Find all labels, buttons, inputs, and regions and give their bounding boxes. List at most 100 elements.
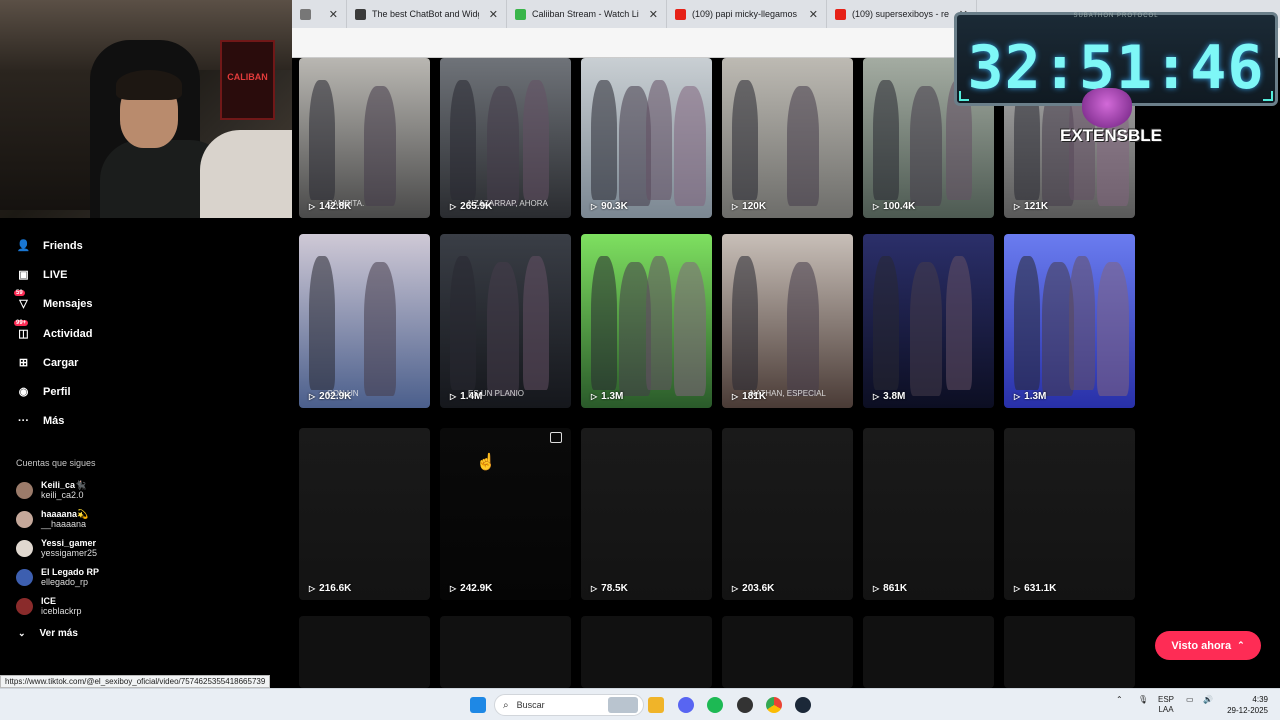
video-card[interactable] [581,616,712,688]
language-layout: LAA [1158,705,1174,714]
widget-icon[interactable] [608,697,638,713]
view-count-value: 1.3M [1024,391,1047,402]
video-card[interactable]: ▷ 242.9K [440,428,571,600]
tab-favicon-icon [355,8,366,20]
language-code: ESP [1158,695,1175,704]
video-card[interactable] [440,616,571,688]
browser-tab[interactable]: The best ChatBot and Widgets ✕ [347,0,507,28]
tab-close-icon[interactable]: ✕ [809,8,818,21]
video-card[interactable]: ▷ 631.1K [1004,428,1135,600]
view-count-value: 121K [1024,201,1049,212]
account-name: ICE [41,596,57,606]
view-count-value: 3.8M [883,391,906,402]
windows-start-icon[interactable] [470,697,486,713]
sidebar-item-cargar[interactable]: ⊞ Cargar [16,355,79,370]
sidebar-item-label: Más [43,414,65,427]
volume-icon[interactable]: 🔊 [1203,695,1213,705]
video-card[interactable]: ▷ 3.8M [863,234,994,408]
video-view-count: ▷ 1.3M [591,391,623,402]
video-card[interactable]: ▷ 1.3M [581,234,712,408]
video-view-count: ▷ 90.3K [591,201,628,212]
thumbnail-figure [1069,256,1095,390]
view-count-value: 216.6K [319,583,352,594]
video-card[interactable]: ▷ 216.6K [299,428,430,600]
thumbnail-figure [450,256,476,390]
live-icon: ▣ [18,269,29,281]
tray-chevron-icon[interactable]: ⌃ [1116,695,1123,705]
browser-tab[interactable]: ✕ [292,0,347,28]
browser-tab[interactable]: Caliiban Stream - Watch Live o ✕ [507,0,667,28]
picture-in-picture-icon[interactable] [550,432,562,443]
sidebar-item-friends[interactable]: 👤 Friends [16,238,83,253]
video-card[interactable] [863,616,994,688]
tab-close-icon[interactable]: ✕ [649,8,658,21]
video-view-count: ▷ 631.1K [1014,583,1056,594]
sidebar-item-perfil[interactable]: ◉ Perfil [16,384,71,399]
video-card[interactable]: ▷ 90.3K [581,58,712,218]
sidebar-item-live[interactable]: ▣ LIVE [16,267,67,282]
network-icon[interactable]: ▭ [1186,695,1194,705]
video-view-count: ▷ 3.8M [873,391,905,402]
mask-logo-icon [1082,88,1132,128]
tab-close-icon[interactable]: ✕ [329,8,338,21]
video-card[interactable]: ▷ 120K [722,58,853,218]
video-card[interactable]: ▷ 78.5K [581,428,712,600]
account-name: Keili_ca🐈‍⬛ [41,480,87,490]
file-explorer-icon[interactable] [648,697,664,713]
tab-favicon-icon [515,8,526,20]
following-account[interactable]: ICE iceblackrp [16,596,82,617]
upload-icon: ⊞ [18,357,29,369]
avatar [16,598,33,615]
sidebar-item-label: Friends [43,239,83,252]
taskbar-clock[interactable]: 4:39 29-12-2025 [1222,694,1268,716]
video-card[interactable]: ▷ 1.3M [1004,234,1135,408]
video-card[interactable]: ▷ 265.9K NZAZARRAP, AHORA [440,58,571,218]
play-icon: ▷ [309,392,316,401]
following-account[interactable]: Keili_ca🐈‍⬛ keili_ca2.0 [16,480,86,501]
play-icon: ▷ [450,584,457,593]
sidebar-item-label: LIVE [43,268,68,281]
video-card[interactable]: ▷ 202.9K CON UN [299,234,430,408]
discord-icon[interactable] [678,697,694,713]
video-view-count: ▷ 78.5K [591,583,628,594]
following-account[interactable]: El Legado RP ellegado_rp [16,567,99,588]
see-more-button[interactable]: ⌄ Ver más [18,628,78,639]
following-account[interactable]: Yessi_gamer yessigamer25 [16,538,97,559]
visto-ahora-button[interactable]: Visto ahora ⌃ [1155,631,1261,660]
thumbnail-figure [732,256,758,390]
video-card[interactable] [1004,616,1135,688]
thumbnail-figure [673,262,706,396]
windows-taskbar: ⌕ Buscar ⌃ 🎙 ESP LAA ▭ 🔊 4:39 29-12-2025 [0,688,1280,720]
sidebar-item-mensajes[interactable]: ▽ 59 Mensajes [14,290,93,311]
account-name: Yessi_gamer [41,538,97,548]
video-card[interactable]: ▷ 1.4M ES UN PLANIO [440,234,571,408]
thumbnail-figure [646,80,672,200]
video-card[interactable]: ▷ 142.8K CAMBITA. [299,58,430,218]
video-card[interactable]: ▷ 861K [863,428,994,600]
microphone-icon[interactable]: 🎙 [1138,695,1148,705]
tab-title: Caliiban Stream - Watch Live o [532,9,639,19]
following-account[interactable]: haaaana💫 __haaaana [16,509,88,530]
video-view-count: ▷ 216.6K [309,583,351,594]
sidebar-item-actividad[interactable]: ◫ 99+ Actividad [14,320,93,341]
sidebar-item-ms[interactable]: ··· Más [16,413,64,428]
chrome-icon[interactable] [766,697,782,713]
video-card[interactable]: ▷ 203.6K [722,428,853,600]
video-card[interactable]: ▷ 181K NATHAN, ESPECIAL [722,234,853,408]
play-icon: ▷ [873,584,880,593]
video-caption: ES UN PLANIO [468,389,525,398]
thumbnail-figure [523,256,550,390]
notification-badge: 99+ [14,320,29,326]
video-card[interactable] [722,616,853,688]
video-view-count: ▷ 100.4K [873,201,915,212]
obs-icon[interactable] [737,697,753,713]
language-indicator[interactable]: ESP LAA [1158,695,1174,715]
browser-tab[interactable]: (109) papi micky-llegamos a ca ✕ [667,0,827,28]
tab-close-icon[interactable]: ✕ [489,8,498,21]
steam-icon[interactable] [795,697,811,713]
spotify-icon[interactable] [707,697,723,713]
video-card[interactable] [299,616,430,688]
account-name: El Legado RP [41,567,100,577]
clock-date: 29-12-2025 [1227,706,1268,715]
webcam-person-hair [116,70,182,100]
